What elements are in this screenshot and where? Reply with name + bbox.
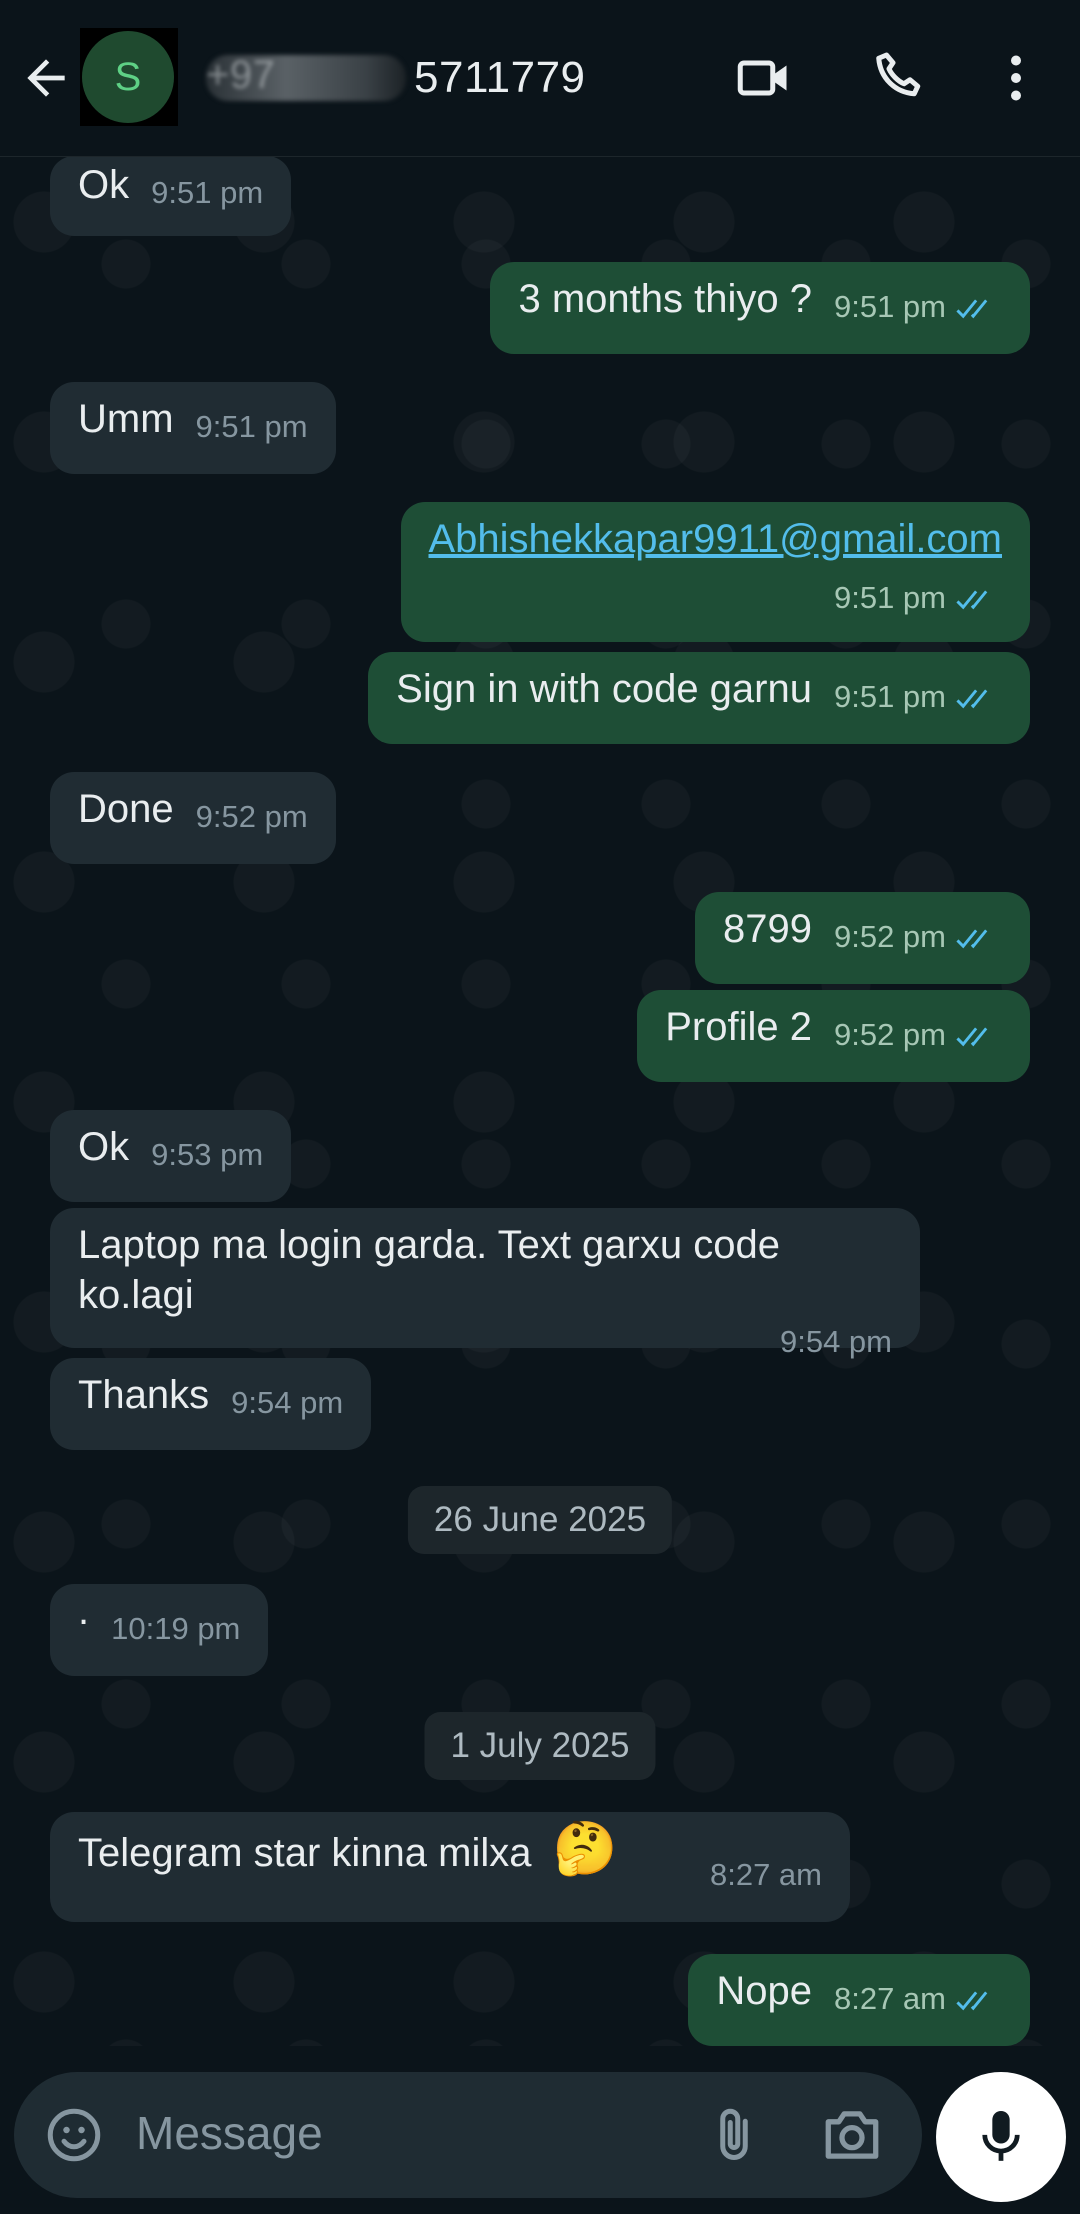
contact-name[interactable]: +97 5711779 xyxy=(206,50,586,106)
message-text: Nope xyxy=(716,1969,812,2013)
back-arrow-icon[interactable] xyxy=(18,50,74,106)
message-outgoing[interactable]: Profile 2 9:52 pm xyxy=(637,990,1030,1082)
more-vert-icon[interactable] xyxy=(986,48,1046,108)
read-receipt-icon xyxy=(956,299,988,319)
message-composer[interactable]: Message xyxy=(14,2072,922,2198)
message-time: 9:51 pm xyxy=(833,679,946,714)
message-text: Done xyxy=(78,787,174,831)
thinking-face-emoji: 🤔 xyxy=(552,1820,618,1878)
message-time: 9:51 pm xyxy=(833,580,946,615)
message-outgoing[interactable]: Nope 8:27 am xyxy=(688,1954,1030,2046)
message-outgoing[interactable]: 3 months thiyo ? 9:51 pm xyxy=(490,262,1030,354)
voice-message-button[interactable] xyxy=(936,2072,1066,2202)
message-time: 9:51 pm xyxy=(151,175,264,210)
date-divider: 1 July 2025 xyxy=(424,1712,656,1780)
message-outgoing[interactable]: Sign in with code garnu 9:51 pm xyxy=(368,652,1030,744)
microphone-icon xyxy=(982,2111,1020,2161)
message-outgoing[interactable]: 8799 9:52 pm xyxy=(695,892,1030,984)
message-time: 9:53 pm xyxy=(151,1137,264,1172)
message-time: 8:27 am xyxy=(709,1857,822,1892)
message-text: Profile 2 xyxy=(665,1005,812,1049)
message-incoming[interactable]: Telegram star kinna milxa 🤔 8:27 am xyxy=(50,1812,850,1922)
message-incoming[interactable]: Done 9:52 pm xyxy=(50,772,336,864)
contact-number: 5711779 xyxy=(414,53,586,102)
redaction-blur: +97 xyxy=(206,53,406,101)
message-text: Thanks xyxy=(78,1373,210,1417)
read-receipt-icon xyxy=(956,929,988,949)
avatar[interactable]: S xyxy=(82,31,174,123)
message-list[interactable]: Ok 9:51 pm 3 months thiyo ? 9:51 pm Umm 9:5… xyxy=(0,156,1080,2046)
read-receipt-icon xyxy=(956,590,988,610)
message-incoming[interactable]: Laptop ma login garda. Text garxu code k… xyxy=(50,1208,920,1359)
message-outgoing[interactable]: Abhishekkapar9911@gmail.com 9:51 pm xyxy=(400,502,1030,642)
message-text: 8799 xyxy=(723,907,812,951)
chat-header: S +97 5711779 xyxy=(0,0,1080,157)
message-input[interactable]: Message xyxy=(136,2106,323,2160)
read-receipt-icon xyxy=(956,1027,988,1047)
sticker-emoji-icon[interactable] xyxy=(44,2105,104,2165)
message-time: 8:27 am xyxy=(833,1981,946,2016)
message-incoming[interactable]: Ok 9:51 pm xyxy=(50,156,292,236)
message-incoming[interactable]: . 10:19 pm xyxy=(50,1584,269,1676)
message-incoming[interactable]: Umm 9:51 pm xyxy=(50,382,336,474)
read-receipt-icon xyxy=(956,689,988,709)
phone-icon[interactable] xyxy=(870,48,930,108)
message-time: 9:52 pm xyxy=(833,919,946,954)
date-divider: 26 June 2025 xyxy=(407,1486,673,1554)
message-time: 9:52 pm xyxy=(195,799,308,834)
message-time: 9:51 pm xyxy=(833,289,946,324)
message-time: 9:54 pm xyxy=(779,1324,892,1359)
message-text: Ok xyxy=(78,1125,130,1169)
message-time: 9:52 pm xyxy=(833,1017,946,1052)
video-call-icon[interactable] xyxy=(734,48,794,108)
message-text: Telegram star kinna milxa xyxy=(78,1831,532,1875)
contact-prefix: +97 xyxy=(206,53,276,97)
camera-icon[interactable] xyxy=(820,2106,884,2164)
message-text: . xyxy=(78,1589,90,1633)
message-text: Umm xyxy=(78,397,174,441)
message-text: Ok xyxy=(78,163,130,207)
message-text: 3 months thiyo ? xyxy=(518,277,812,321)
email-link[interactable]: Abhishekkapar9911@gmail.com xyxy=(429,517,1003,561)
message-time: 10:19 pm xyxy=(111,1611,241,1646)
avatar-letter: S xyxy=(114,54,142,99)
message-incoming[interactable]: Thanks 9:54 pm xyxy=(50,1358,372,1450)
read-receipt-icon xyxy=(956,1991,988,2011)
attach-icon[interactable] xyxy=(704,2104,764,2166)
message-text: Sign in with code garnu xyxy=(396,667,812,711)
message-text: Laptop ma login garda. Text garxu code k… xyxy=(78,1223,780,1317)
message-time: 9:54 pm xyxy=(231,1385,344,1420)
message-time: 9:51 pm xyxy=(195,409,308,444)
message-incoming[interactable]: Ok 9:53 pm xyxy=(50,1110,292,1202)
